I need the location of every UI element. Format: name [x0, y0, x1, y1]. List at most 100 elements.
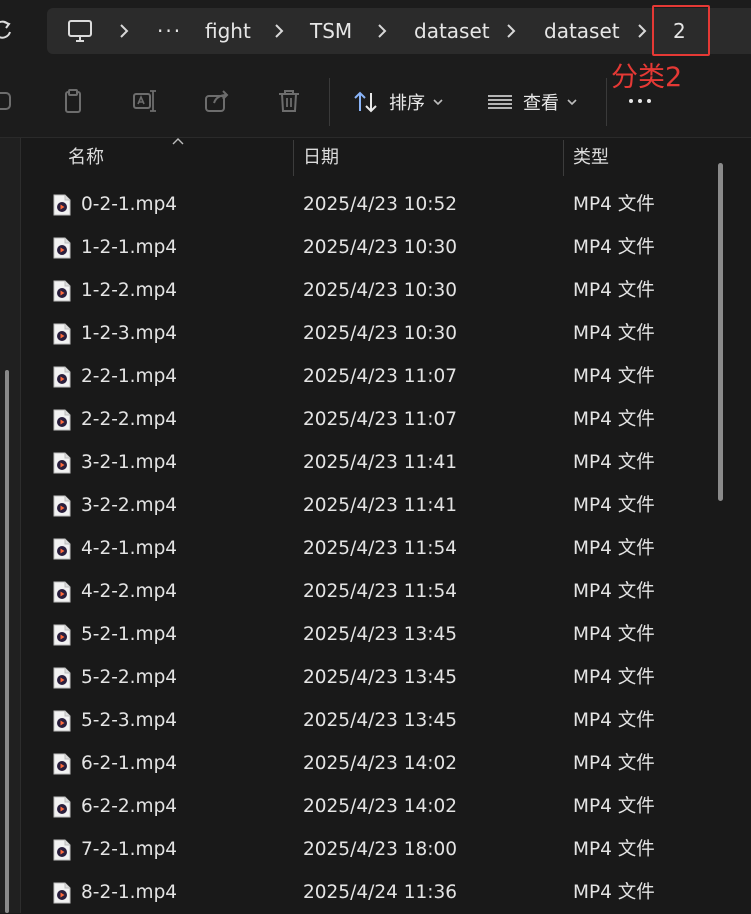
file-row[interactable]: 3-2-2.mp4 2025/4/23 11:41 MP4 文件 — [21, 484, 721, 527]
video-file-icon — [53, 839, 71, 861]
file-type: MP4 文件 — [573, 452, 655, 473]
file-type: MP4 文件 — [573, 796, 655, 817]
file-date: 2025/4/23 13:45 — [303, 667, 458, 688]
file-row[interactable]: 5-2-1.mp4 2025/4/23 13:45 MP4 文件 — [21, 613, 721, 656]
trash-icon[interactable] — [276, 88, 302, 114]
file-type: MP4 文件 — [573, 237, 655, 258]
video-file-icon — [53, 667, 71, 689]
file-date: 2025/4/23 13:45 — [303, 624, 458, 645]
column-name-header[interactable]: 名称 — [68, 138, 104, 178]
file-name: 5-2-1.mp4 — [81, 624, 178, 645]
file-type: MP4 文件 — [573, 194, 655, 215]
file-row[interactable]: 3-2-1.mp4 2025/4/23 11:41 MP4 文件 — [21, 441, 721, 484]
file-name: 6-2-2.mp4 — [81, 796, 178, 817]
video-file-icon — [53, 495, 71, 517]
sort-button[interactable]: 排序 — [353, 84, 453, 120]
file-name: 8-2-1.mp4 — [81, 882, 178, 903]
file-type: MP4 文件 — [573, 882, 655, 903]
column-date-header[interactable]: 日期 — [303, 138, 339, 178]
file-type: MP4 文件 — [573, 323, 655, 344]
file-date: 2025/4/23 11:54 — [303, 538, 458, 559]
file-row[interactable]: 6-2-1.mp4 2025/4/23 14:02 MP4 文件 — [21, 742, 721, 785]
file-date: 2025/4/23 14:02 — [303, 796, 458, 817]
file-name: 5-2-2.mp4 — [81, 667, 178, 688]
file-name: 6-2-1.mp4 — [81, 753, 178, 774]
file-type: MP4 文件 — [573, 839, 655, 860]
breadcrumb-item-dataset[interactable]: dataset — [414, 8, 490, 54]
file-type: MP4 文件 — [573, 753, 655, 774]
file-name: 1-2-1.mp4 — [81, 237, 178, 258]
rename-icon[interactable] — [132, 88, 158, 114]
view-button[interactable]: 查看 — [487, 84, 587, 120]
file-name: 1-2-2.mp4 — [81, 280, 178, 301]
file-name: 2-2-1.mp4 — [81, 366, 178, 387]
chevron-right-icon[interactable] — [272, 21, 286, 41]
sort-icon — [354, 91, 377, 113]
video-file-icon — [53, 581, 71, 603]
column-resize-handle[interactable] — [293, 140, 294, 176]
address-bar-region: ··· fight TSM dataset dataset 2 — [0, 0, 751, 66]
file-date: 2025/4/23 13:45 — [303, 710, 458, 731]
chevron-down-icon — [567, 99, 577, 106]
chevron-right-icon[interactable] — [504, 21, 518, 41]
file-list-scrollbar[interactable] — [718, 163, 723, 501]
file-type: MP4 文件 — [573, 710, 655, 731]
breadcrumb-item-tsm[interactable]: TSM — [310, 8, 352, 54]
file-row[interactable]: 2-2-1.mp4 2025/4/23 11:07 MP4 文件 — [21, 355, 721, 398]
column-resize-handle[interactable] — [563, 140, 564, 176]
file-type: MP4 文件 — [573, 667, 655, 688]
file-row[interactable]: 4-2-2.mp4 2025/4/23 11:54 MP4 文件 — [21, 570, 721, 613]
file-row[interactable]: 4-2-1.mp4 2025/4/23 11:54 MP4 文件 — [21, 527, 721, 570]
file-name: 3-2-2.mp4 — [81, 495, 178, 516]
navigation-pane[interactable] — [0, 138, 21, 913]
file-type: MP4 文件 — [573, 538, 655, 559]
share-icon[interactable] — [204, 88, 230, 114]
breadcrumb-item-fight[interactable]: fight — [205, 8, 251, 54]
video-file-icon — [53, 753, 71, 775]
file-row[interactable]: 1-2-1.mp4 2025/4/23 10:30 MP4 文件 — [21, 226, 721, 269]
breadcrumb-item-dataset-2[interactable]: dataset — [544, 8, 620, 54]
file-type: MP4 文件 — [573, 366, 655, 387]
breadcrumb-overflow[interactable]: ··· — [157, 8, 182, 54]
monitor-icon[interactable] — [67, 18, 93, 44]
refresh-icon[interactable] — [0, 18, 14, 42]
file-row[interactable]: 5-2-2.mp4 2025/4/23 13:45 MP4 文件 — [21, 656, 721, 699]
toolbar-divider — [606, 78, 607, 126]
file-date: 2025/4/23 11:41 — [303, 495, 458, 516]
video-file-icon — [53, 624, 71, 646]
file-name: 4-2-1.mp4 — [81, 538, 178, 559]
view-label: 查看 — [523, 93, 559, 114]
copy-icon[interactable] — [60, 88, 86, 114]
file-type: MP4 文件 — [573, 409, 655, 430]
file-name: 7-2-1.mp4 — [81, 839, 178, 860]
chevron-right-icon[interactable] — [375, 21, 389, 41]
file-list: 0-2-1.mp4 2025/4/23 10:52 MP4 文件 1-2-1.mp4 2… — [21, 183, 721, 914]
file-date: 2025/4/23 10:52 — [303, 194, 458, 215]
file-row[interactable]: 5-2-3.mp4 2025/4/23 13:45 MP4 文件 — [21, 699, 721, 742]
annotation-highlight-box — [652, 5, 710, 56]
breadcrumb[interactable]: ··· fight TSM dataset dataset 2 — [47, 8, 751, 54]
annotation-label: 分类2 — [611, 62, 683, 93]
file-row[interactable]: 6-2-2.mp4 2025/4/23 14:02 MP4 文件 — [21, 785, 721, 828]
column-type-header[interactable]: 类型 — [573, 138, 609, 178]
video-file-icon — [53, 452, 71, 474]
file-row[interactable]: 8-2-1.mp4 2025/4/24 11:36 MP4 文件 — [21, 871, 721, 914]
video-file-icon — [53, 409, 71, 431]
video-file-icon — [53, 280, 71, 302]
file-row[interactable]: 1-2-3.mp4 2025/4/23 10:30 MP4 文件 — [21, 312, 721, 355]
file-row[interactable]: 0-2-1.mp4 2025/4/23 10:52 MP4 文件 — [21, 183, 721, 226]
file-row[interactable]: 1-2-2.mp4 2025/4/23 10:30 MP4 文件 — [21, 269, 721, 312]
file-row[interactable]: 7-2-1.mp4 2025/4/23 18:00 MP4 文件 — [21, 828, 721, 871]
navigation-scrollbar[interactable] — [5, 370, 9, 913]
file-type: MP4 文件 — [573, 495, 655, 516]
file-name: 4-2-2.mp4 — [81, 581, 178, 602]
file-name: 5-2-3.mp4 — [81, 710, 178, 731]
file-date: 2025/4/23 11:54 — [303, 581, 458, 602]
chevron-right-icon[interactable] — [117, 21, 131, 41]
file-row[interactable]: 2-2-2.mp4 2025/4/23 11:07 MP4 文件 — [21, 398, 721, 441]
view-lines-icon — [488, 95, 512, 109]
video-file-icon — [53, 882, 71, 904]
toolbar-divider — [329, 78, 330, 126]
file-name: 3-2-1.mp4 — [81, 452, 178, 473]
chevron-right-icon[interactable] — [635, 21, 649, 41]
